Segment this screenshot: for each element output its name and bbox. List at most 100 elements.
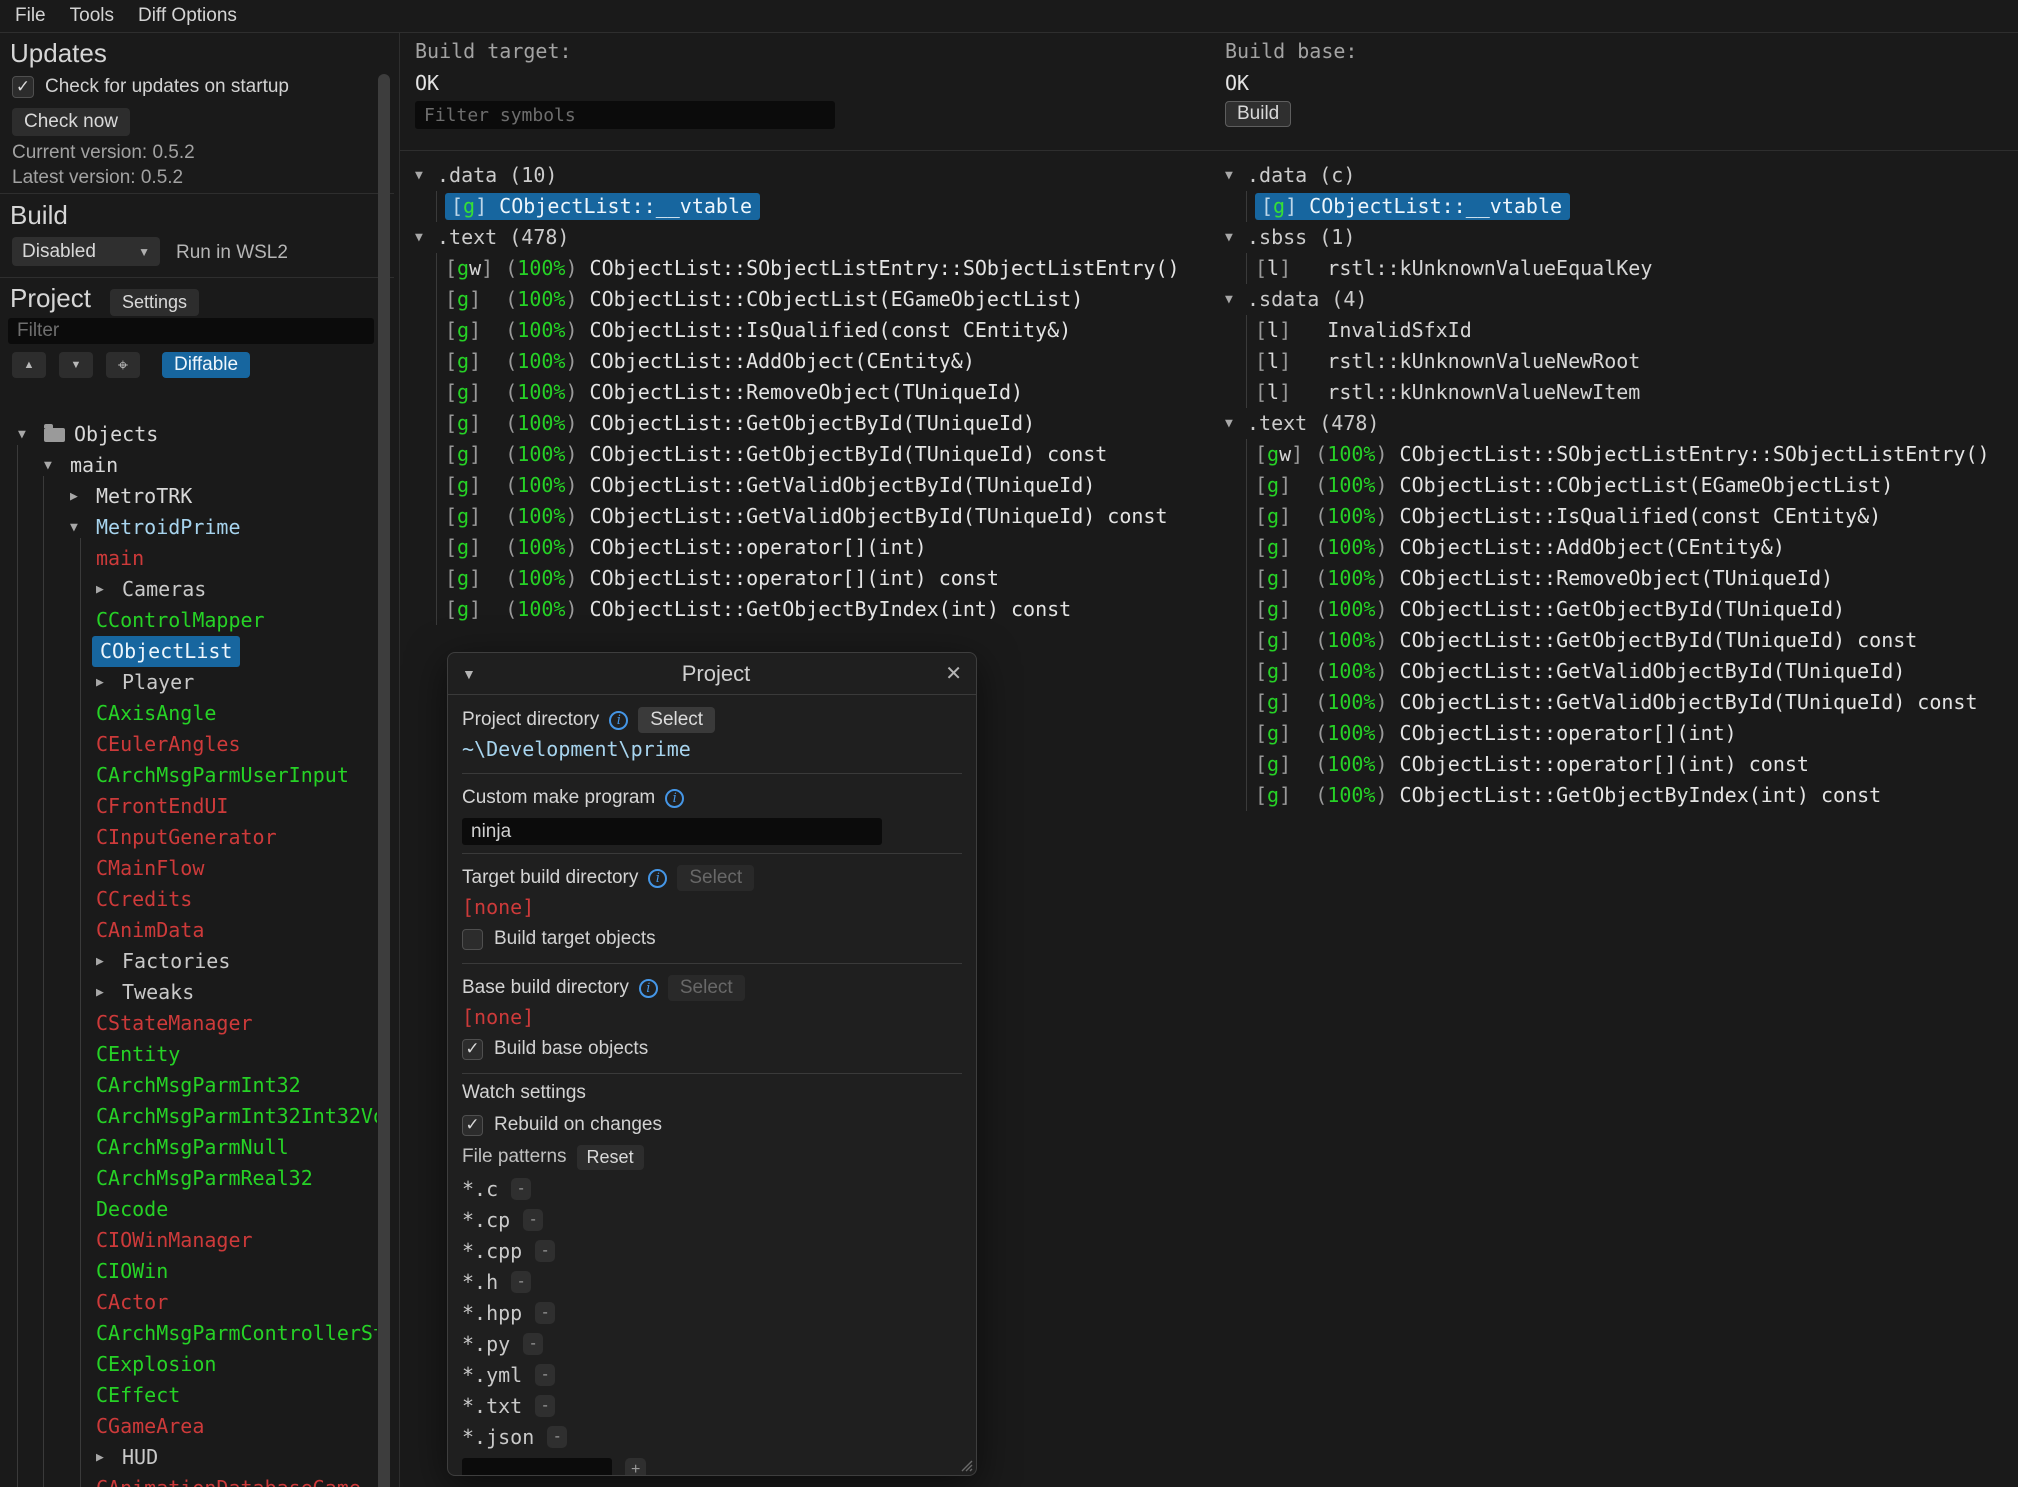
tree-item-tweaks[interactable]: ▶Tweaks <box>0 977 377 1008</box>
symbol-row[interactable]: [g] (100%) CObjectList::GetObjectById(TU… <box>437 408 1210 439</box>
tree-item-main[interactable]: main <box>0 543 377 574</box>
chevron-down-icon[interactable]: ▼ <box>44 450 70 481</box>
tree-item-cfrontendui[interactable]: CFrontEndUI <box>0 791 377 822</box>
resize-grip-icon[interactable] <box>957 1456 973 1472</box>
tree-item-ccontrolmapper[interactable]: CControlMapper <box>0 605 377 636</box>
panel-divider[interactable] <box>399 33 400 1487</box>
chevron-down-icon[interactable]: ▼ <box>1225 284 1247 315</box>
tree-item-decode[interactable]: Decode <box>0 1194 377 1225</box>
tree-item-carchmsgparmcontrollerstate[interactable]: CArchMsgParmControllerState <box>0 1318 377 1349</box>
symbol-row[interactable]: [g] (100%) CObjectList::operator[](int) … <box>437 563 1210 594</box>
expand-all-button[interactable]: ▼ <box>59 352 93 378</box>
chevron-down-icon[interactable]: ▼ <box>415 160 437 191</box>
tree-item-cactor[interactable]: CActor <box>0 1287 377 1318</box>
build-base-objects-checkbox[interactable]: ✓ <box>462 1039 483 1060</box>
symbol-row[interactable]: [g] (100%) CObjectList::operator[](int) … <box>1247 749 2015 780</box>
remove-pattern-button[interactable]: - <box>535 1240 555 1262</box>
symbol-row[interactable]: [g] (100%) CObjectList::GetValidObjectBy… <box>437 501 1210 532</box>
project-settings-button[interactable]: Settings <box>110 289 199 316</box>
tree-item-carchmsgparmnull[interactable]: CArchMsgParmNull <box>0 1132 377 1163</box>
symbol-row[interactable]: [l] rstl::kUnknownValueNewRoot <box>1247 346 2015 377</box>
build-mode-dropdown[interactable]: Disabled ▼ <box>12 237 160 266</box>
remove-pattern-button[interactable]: - <box>535 1302 555 1324</box>
chevron-right-icon[interactable]: ▶ <box>96 574 122 605</box>
locate-icon[interactable]: ⌖ <box>106 352 140 378</box>
menu-item-diff-options[interactable]: Diff Options <box>138 5 237 27</box>
tree-item-cexplosion[interactable]: CExplosion <box>0 1349 377 1380</box>
tree-item-carchmsgparmuserinput[interactable]: CArchMsgParmUserInput <box>0 760 377 791</box>
symbol-row[interactable]: [g] (100%) CObjectList::operator[](int) <box>437 532 1210 563</box>
chevron-right-icon[interactable]: ▶ <box>96 1442 122 1473</box>
tree-item-metrotrk[interactable]: ▶MetroTRK <box>0 481 377 512</box>
symbol-row[interactable]: [g] (100%) CObjectList::GetValidObjectBy… <box>437 470 1210 501</box>
tree-item-metroidprime[interactable]: ▼MetroidPrime <box>0 512 377 543</box>
new-pattern-input[interactable] <box>462 1458 612 1476</box>
symbol-row[interactable]: [l] rstl::kUnknownValueNewItem <box>1247 377 2015 408</box>
symbol-row[interactable]: [l] rstl::kUnknownValueEqualKey <box>1247 253 2015 284</box>
tree-item-centity[interactable]: CEntity <box>0 1039 377 1070</box>
tree-item-cstatemanager[interactable]: CStateManager <box>0 1008 377 1039</box>
symbol-row[interactable]: [g] (100%) CObjectList::GetObjectById(TU… <box>1247 625 2015 656</box>
section-header-data[interactable]: ▼.data (c) <box>1225 160 2015 191</box>
section-header-sbss[interactable]: ▼.sbss (1) <box>1225 222 2015 253</box>
reset-patterns-button[interactable]: Reset <box>577 1145 644 1170</box>
section-header-text[interactable]: ▼.text (478) <box>415 222 1210 253</box>
project-dialog-titlebar[interactable]: ▼ Project ✕ <box>448 653 976 695</box>
symbol-row[interactable]: [g] (100%) CObjectList::CObjectList(EGam… <box>1247 470 2015 501</box>
tree-item-ccredits[interactable]: CCredits <box>0 884 377 915</box>
symbol-row[interactable]: [g] (100%) CObjectList::RemoveObject(TUn… <box>1247 563 2015 594</box>
symbol-row[interactable]: [g] (100%) CObjectList::operator[](int) <box>1247 718 2015 749</box>
tree-item-caxisangle[interactable]: CAxisAngle <box>0 698 377 729</box>
collapse-all-button[interactable]: ▲ <box>12 352 46 378</box>
remove-pattern-button[interactable]: - <box>523 1209 543 1231</box>
symbol-row[interactable]: [gw] (100%) CObjectList::SObjectListEntr… <box>437 253 1210 284</box>
symbol-row[interactable]: [g] (100%) CObjectList::CObjectList(EGam… <box>437 284 1210 315</box>
add-pattern-button[interactable]: + <box>625 1458 646 1476</box>
symbol-row[interactable]: [g] (100%) CObjectList::GetValidObjectBy… <box>1247 687 2015 718</box>
diffable-toggle[interactable]: Diffable <box>162 352 250 378</box>
tree-item-carchmsgparmint32[interactable]: CArchMsgParmInt32 <box>0 1070 377 1101</box>
tree-item-hud[interactable]: ▶HUD <box>0 1442 377 1473</box>
symbol-row[interactable]: [g] (100%) CObjectList::GetObjectById(TU… <box>1247 594 2015 625</box>
select-base-dir-button[interactable]: Select <box>668 975 745 1001</box>
section-header-data[interactable]: ▼.data (10) <box>415 160 1210 191</box>
tree-item-cinputgenerator[interactable]: CInputGenerator <box>0 822 377 853</box>
symbol-row[interactable]: [g] CObjectList::__vtable <box>1247 191 2015 222</box>
remove-pattern-button[interactable]: - <box>535 1364 555 1386</box>
section-header-text[interactable]: ▼.text (478) <box>1225 408 2015 439</box>
selected-symbol[interactable]: [g] CObjectList::__vtable <box>1255 193 1570 220</box>
symbol-row[interactable]: [g] (100%) CObjectList::AddObject(CEntit… <box>437 346 1210 377</box>
symbol-row[interactable]: [g] (100%) CObjectList::GetValidObjectBy… <box>1247 656 2015 687</box>
project-filter-input[interactable]: Filter <box>8 318 374 344</box>
tree-item-canimdata[interactable]: CAnimData <box>0 915 377 946</box>
check-updates-checkbox[interactable]: ✓ <box>12 76 34 98</box>
chevron-right-icon[interactable]: ▶ <box>96 667 122 698</box>
chevron-down-icon[interactable]: ▼ <box>1225 408 1247 439</box>
symbol-row[interactable]: [g] (100%) CObjectList::AddObject(CEntit… <box>1247 532 2015 563</box>
menu-item-tools[interactable]: Tools <box>70 5 114 27</box>
remove-pattern-button[interactable]: - <box>523 1333 543 1355</box>
tree-item-objects[interactable]: ▼Objects <box>0 419 377 450</box>
symbol-row[interactable]: [g] CObjectList::__vtable <box>437 191 1210 222</box>
symbol-row[interactable]: [g] (100%) CObjectList::GetObjectByIndex… <box>1247 780 2015 811</box>
build-target-objects-checkbox[interactable] <box>462 929 483 950</box>
tree-item-cgamearea[interactable]: CGameArea <box>0 1411 377 1442</box>
remove-pattern-button[interactable]: - <box>547 1426 567 1448</box>
symbol-row[interactable]: [g] (100%) CObjectList::GetObjectById(TU… <box>437 439 1210 470</box>
build-button[interactable]: Build <box>1225 101 1291 127</box>
check-now-button[interactable]: Check now <box>12 108 130 136</box>
chevron-right-icon[interactable]: ▶ <box>96 946 122 977</box>
collapse-dialog-icon[interactable]: ▼ <box>462 666 492 682</box>
symbol-row[interactable]: [g] (100%) CObjectList::GetObjectByIndex… <box>437 594 1210 625</box>
select-project-dir-button[interactable]: Select <box>638 707 715 733</box>
remove-pattern-button[interactable]: - <box>511 1178 531 1200</box>
tree-item-carchmsgparmreal32[interactable]: CArchMsgParmReal32 <box>0 1163 377 1194</box>
remove-pattern-button[interactable]: - <box>511 1271 531 1293</box>
sidebar-vertical-scrollbar[interactable] <box>378 74 390 1487</box>
tree-item-cameras[interactable]: ▶Cameras <box>0 574 377 605</box>
tree-item-ceffect[interactable]: CEffect <box>0 1380 377 1411</box>
symbol-row[interactable]: [g] (100%) CObjectList::RemoveObject(TUn… <box>437 377 1210 408</box>
symbol-row[interactable]: [gw] (100%) CObjectList::SObjectListEntr… <box>1247 439 2015 470</box>
tree-item-main[interactable]: ▼main <box>0 450 377 481</box>
symbol-row[interactable]: [g] (100%) CObjectList::IsQualified(cons… <box>1247 501 2015 532</box>
